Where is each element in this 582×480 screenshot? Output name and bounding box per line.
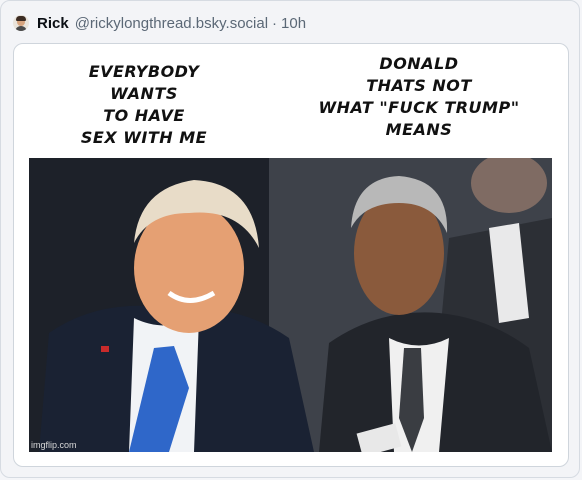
meme-caption-left: EVERYBODY WANTS TO HAVE SEX WITH ME bbox=[80, 62, 208, 147]
embedded-media[interactable]: EVERYBODY WANTS TO HAVE SEX WITH ME DONA… bbox=[13, 43, 569, 467]
post-card[interactable]: Rick @rickylongthread.bsky.social · 10h … bbox=[0, 0, 580, 478]
avatar-shirt bbox=[15, 26, 27, 31]
post-timestamp[interactable]: 10h bbox=[281, 15, 306, 32]
meme-image[interactable]: EVERYBODY WANTS TO HAVE SEX WITH ME DONA… bbox=[29, 53, 552, 452]
imgflip-watermark: imgflip.com bbox=[31, 440, 77, 450]
flag-pin-icon bbox=[101, 346, 109, 352]
author-handle[interactable]: @rickylongthread.bsky.social bbox=[75, 15, 268, 32]
avatar-hair bbox=[16, 16, 26, 21]
separator-dot: · bbox=[272, 14, 278, 32]
post-header: Rick @rickylongthread.bsky.social · 10h bbox=[13, 13, 306, 33]
photo-illustration bbox=[29, 153, 552, 452]
meme-caption-right: DONALD THATS NOT WHAT "FUCK TRUMP" MEANS bbox=[318, 54, 520, 139]
avatar[interactable] bbox=[13, 15, 29, 31]
meme-photo: imgflip.com bbox=[29, 153, 552, 452]
author-display-name[interactable]: Rick bbox=[37, 15, 69, 32]
